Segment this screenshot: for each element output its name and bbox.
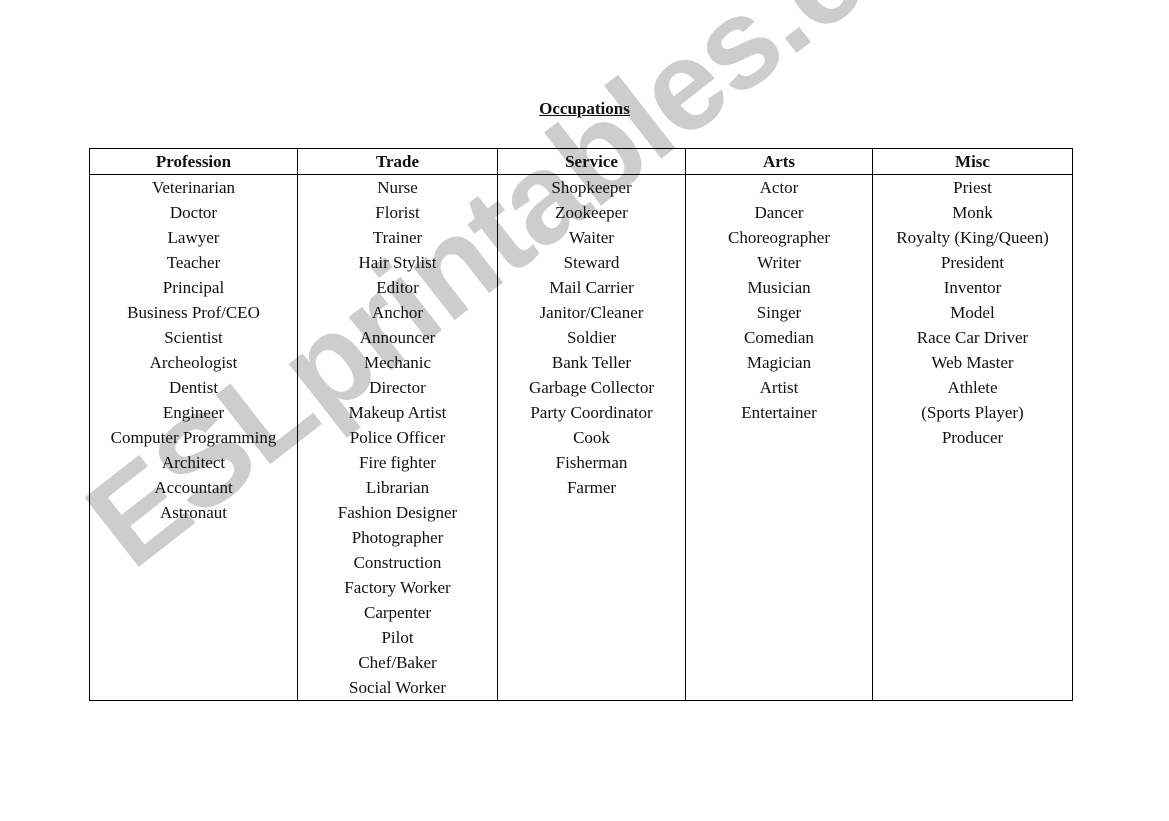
occupation-item: Carpenter: [363, 603, 432, 622]
occupation-item: Steward: [563, 253, 620, 272]
occupation-item: Musician: [747, 278, 811, 297]
occupation-item: Director: [369, 378, 426, 397]
occupation-item: Construction: [353, 553, 442, 572]
occupation-item: Zookeeper: [555, 203, 628, 222]
header-profession: Profession: [89, 148, 298, 175]
occupation-item: (Sports Player): [921, 403, 1024, 422]
occupation-item: Athlete: [947, 378, 998, 397]
occupation-item: Computer Programming: [110, 428, 277, 447]
occupation-item: Royalty (King/Queen): [896, 228, 1049, 247]
header-arts: Arts: [685, 148, 873, 175]
occupation-item: Shopkeeper: [551, 178, 632, 197]
body-row: Veterinarian Doctor Lawyer Teacher Principal…: [89, 174, 1073, 701]
column-arts: Actor Dancer Choreographer Writer Musician Si…: [685, 174, 873, 701]
occupation-item: Actor: [759, 178, 799, 197]
occupation-item: Bank Teller: [551, 353, 632, 372]
occupation-item: Veterinarian: [151, 178, 236, 197]
header-service: Service: [497, 148, 686, 175]
occupation-item: Archeologist: [149, 353, 238, 372]
occupation-item: Astronaut: [159, 503, 228, 522]
occupation-item: Hair Stylist: [358, 253, 437, 272]
occupation-item: Race Car Driver: [916, 328, 1029, 347]
occupation-item: Janitor/Cleaner: [539, 303, 644, 322]
occupation-item: Artist: [759, 378, 799, 397]
occupation-item: Fisherman: [555, 453, 628, 472]
occupation-item: Police Officer: [349, 428, 446, 447]
occupation-item: Social Worker: [349, 678, 446, 697]
occupation-item: Nurse: [377, 178, 418, 197]
occupation-item: Mail Carrier: [549, 278, 634, 297]
occupation-item: Scientist: [164, 328, 223, 347]
occupation-item: Architect: [161, 453, 226, 472]
occupation-item: Announcer: [359, 328, 436, 347]
occupation-item: Makeup Artist: [348, 403, 447, 422]
column-trade: Nurse Florist Trainer Hair Stylist Editor Anc…: [297, 174, 498, 701]
occupation-item: Doctor: [169, 203, 218, 222]
occupation-item: Florist: [375, 203, 420, 222]
occupation-item: Fashion Designer: [337, 503, 458, 522]
occupation-item: Trainer: [372, 228, 423, 247]
occupation-item: Farmer: [566, 478, 617, 497]
occupation-item: Pilot: [381, 628, 414, 647]
document-title: Occupations: [539, 99, 630, 118]
occupation-item: Principal: [162, 278, 225, 297]
occupation-item: Comedian: [744, 328, 814, 347]
header-trade: Trade: [297, 148, 498, 175]
occupation-item: Soldier: [566, 328, 617, 347]
occupation-item: Dentist: [168, 378, 219, 397]
occupation-item: Teacher: [166, 253, 221, 272]
occupation-item: Librarian: [365, 478, 430, 497]
occupation-item: Monk: [952, 203, 993, 222]
occupation-item: Business Prof/CEO: [127, 303, 260, 322]
occupation-item: Cook: [573, 428, 610, 447]
occupation-item: Editor: [376, 278, 419, 297]
column-service: Shopkeeper Zookeeper Waiter Steward Mail Car…: [497, 174, 686, 701]
header-misc: Misc: [872, 148, 1073, 175]
occupation-item: Priest: [953, 178, 992, 197]
header-row: Profession Trade Service Arts Misc: [89, 148, 1073, 175]
occupation-item: Factory Worker: [344, 578, 451, 597]
occupation-item: Anchor: [372, 303, 423, 322]
occupation-item: Mechanic: [363, 353, 432, 372]
occupation-item: Fire fighter: [359, 453, 436, 472]
occupation-item: Web Master: [931, 353, 1014, 372]
occupation-item: Model: [950, 303, 995, 322]
occupation-item: Singer: [756, 303, 802, 322]
occupation-item: Garbage Collector: [528, 378, 655, 397]
occupation-item: Dancer: [754, 203, 804, 222]
occupation-item: Engineer: [162, 403, 225, 422]
occupation-item: President: [940, 253, 1005, 272]
occupation-item: Lawyer: [167, 228, 220, 247]
occupation-item: Waiter: [569, 228, 614, 247]
occupation-item: Magician: [746, 353, 812, 372]
occupation-item: Photographer: [351, 528, 444, 547]
occupation-item: Entertainer: [741, 403, 817, 422]
occupation-item: Choreographer: [728, 228, 830, 247]
occupation-item: Writer: [757, 253, 801, 272]
occupation-item: Party Coordinator: [530, 403, 653, 422]
occupation-item: Accountant: [154, 478, 233, 497]
occupation-item: Inventor: [943, 278, 1002, 297]
occupation-item: Producer: [941, 428, 1004, 447]
occupations-table: Profession Trade Service Arts Misc Veter…: [89, 148, 1073, 701]
column-profession: Veterinarian Doctor Lawyer Teacher Principal…: [89, 174, 298, 701]
occupation-item: Chef/Baker: [358, 653, 437, 672]
column-misc: Priest Monk Royalty (King/Queen) President I…: [872, 174, 1073, 701]
